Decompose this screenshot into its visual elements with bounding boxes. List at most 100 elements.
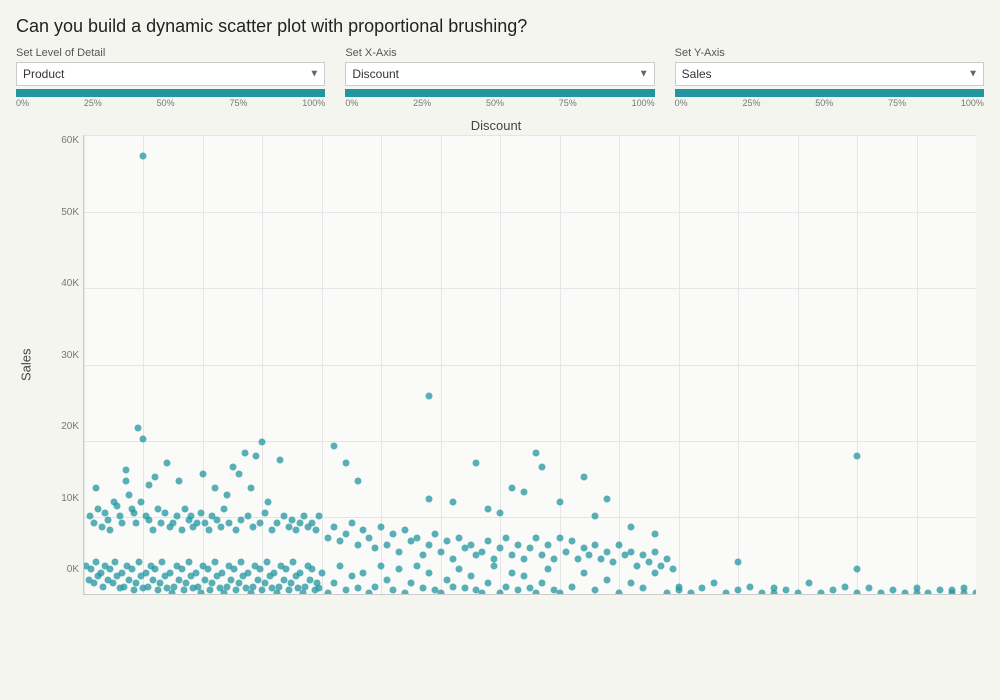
scatter-dot[interactable] bbox=[830, 587, 837, 594]
level-of-detail-select[interactable]: Product Category Sub-Category Customer R… bbox=[16, 62, 325, 86]
scatter-dot[interactable] bbox=[309, 566, 316, 573]
scatter-dot[interactable] bbox=[538, 580, 545, 587]
scatter-dot[interactable] bbox=[146, 481, 153, 488]
scatter-dot[interactable] bbox=[372, 583, 379, 590]
scatter-dot[interactable] bbox=[449, 555, 456, 562]
scatter-dot[interactable] bbox=[515, 541, 522, 548]
scatter-dot[interactable] bbox=[913, 589, 920, 595]
scatter-dot[interactable] bbox=[205, 527, 212, 534]
scatter-dot[interactable] bbox=[247, 485, 254, 492]
scatter-dot[interactable] bbox=[245, 513, 252, 520]
scatter-dot[interactable] bbox=[109, 580, 116, 587]
scatter-dot[interactable] bbox=[149, 527, 156, 534]
scatter-dot[interactable] bbox=[161, 509, 168, 516]
scatter-dot[interactable] bbox=[121, 583, 128, 590]
x-axis-select[interactable]: Discount Sales Profit Quantity Shipping … bbox=[345, 62, 654, 86]
scatter-dot[interactable] bbox=[628, 580, 635, 587]
scatter-dot[interactable] bbox=[735, 559, 742, 566]
scatter-dot[interactable] bbox=[280, 576, 287, 583]
scatter-dot[interactable] bbox=[735, 587, 742, 594]
scatter-dot[interactable] bbox=[149, 576, 156, 583]
scatter-dot[interactable] bbox=[842, 583, 849, 590]
scatter-dot[interactable] bbox=[669, 566, 676, 573]
scatter-dot[interactable] bbox=[324, 589, 331, 595]
scatter-dot[interactable] bbox=[645, 559, 652, 566]
scatter-dot[interactable] bbox=[130, 587, 137, 594]
scatter-dot[interactable] bbox=[330, 442, 337, 449]
scatter-dot[interactable] bbox=[639, 585, 646, 592]
scatter-dot[interactable] bbox=[901, 589, 908, 595]
scatter-dot[interactable] bbox=[419, 585, 426, 592]
scatter-dot[interactable] bbox=[396, 566, 403, 573]
scatter-dot[interactable] bbox=[257, 520, 264, 527]
scatter-dot[interactable] bbox=[312, 527, 319, 534]
scatter-dot[interactable] bbox=[419, 552, 426, 559]
scatter-dot[interactable] bbox=[268, 527, 275, 534]
scatter-dot[interactable] bbox=[360, 569, 367, 576]
scatter-dot[interactable] bbox=[818, 589, 825, 595]
scatter-dot[interactable] bbox=[503, 583, 510, 590]
scatter-dot[interactable] bbox=[176, 478, 183, 485]
scatter-dot[interactable] bbox=[330, 580, 337, 587]
scatter-dot[interactable] bbox=[556, 499, 563, 506]
scatter-dot[interactable] bbox=[354, 478, 361, 485]
scatter-dot[interactable] bbox=[437, 589, 444, 595]
scatter-dot[interactable] bbox=[580, 569, 587, 576]
scatter-dot[interactable] bbox=[479, 589, 486, 595]
scatter-dot[interactable] bbox=[229, 463, 236, 470]
scatter-dot[interactable] bbox=[188, 513, 195, 520]
scatter-dot[interactable] bbox=[100, 583, 107, 590]
scatter-dot[interactable] bbox=[292, 527, 299, 534]
scatter-dot[interactable] bbox=[171, 583, 178, 590]
scatter-dot[interactable] bbox=[616, 589, 623, 595]
scatter-dot[interactable] bbox=[104, 516, 111, 523]
scatter-dot[interactable] bbox=[592, 513, 599, 520]
scatter-dot[interactable] bbox=[562, 548, 569, 555]
scatter-dot[interactable] bbox=[467, 541, 474, 548]
scatter-dot[interactable] bbox=[348, 573, 355, 580]
scatter-dot[interactable] bbox=[396, 548, 403, 555]
scatter-dot[interactable] bbox=[877, 589, 884, 595]
scatter-dot[interactable] bbox=[455, 566, 462, 573]
scatter-dot[interactable] bbox=[309, 520, 316, 527]
scatter-dot[interactable] bbox=[287, 580, 294, 587]
scatter-dot[interactable] bbox=[193, 520, 200, 527]
scatter-dot[interactable] bbox=[574, 555, 581, 562]
scatter-dot[interactable] bbox=[598, 555, 605, 562]
scatter-dot[interactable] bbox=[237, 516, 244, 523]
scatter-dot[interactable] bbox=[107, 527, 114, 534]
scatter-dot[interactable] bbox=[485, 506, 492, 513]
scatter-dot[interactable] bbox=[197, 589, 204, 595]
scatter-dot[interactable] bbox=[290, 559, 297, 566]
scatter-dot[interactable] bbox=[628, 548, 635, 555]
scatter-dot[interactable] bbox=[119, 569, 126, 576]
scatter-dot[interactable] bbox=[384, 576, 391, 583]
scatter-dot[interactable] bbox=[178, 566, 185, 573]
scatter-dot[interactable] bbox=[521, 555, 528, 562]
scatter-dot[interactable] bbox=[610, 559, 617, 566]
scatter-dot[interactable] bbox=[758, 589, 765, 595]
scatter-dot[interactable] bbox=[628, 523, 635, 530]
scatter-dot[interactable] bbox=[218, 569, 225, 576]
scatter-dot[interactable] bbox=[538, 463, 545, 470]
scatter-dot[interactable] bbox=[254, 576, 261, 583]
scatter-dot[interactable] bbox=[354, 585, 361, 592]
scatter-dot[interactable] bbox=[425, 495, 432, 502]
scatter-dot[interactable] bbox=[402, 527, 409, 534]
scatter-dot[interactable] bbox=[158, 520, 165, 527]
scatter-dot[interactable] bbox=[592, 587, 599, 594]
scatter-dot[interactable] bbox=[230, 566, 237, 573]
scatter-dot[interactable] bbox=[639, 552, 646, 559]
scatter-dot[interactable] bbox=[237, 559, 244, 566]
scatter-dot[interactable] bbox=[92, 559, 99, 566]
scatter-dot[interactable] bbox=[306, 576, 313, 583]
scatter-dot[interactable] bbox=[414, 534, 421, 541]
scatter-dot[interactable] bbox=[157, 580, 164, 587]
scatter-dot[interactable] bbox=[491, 555, 498, 562]
scatter-dot[interactable] bbox=[192, 569, 199, 576]
scatter-dot[interactable] bbox=[280, 513, 287, 520]
scatter-dot[interactable] bbox=[372, 545, 379, 552]
scatter-dot[interactable] bbox=[159, 559, 166, 566]
scatter-dot[interactable] bbox=[233, 587, 240, 594]
scatter-dot[interactable] bbox=[223, 583, 230, 590]
